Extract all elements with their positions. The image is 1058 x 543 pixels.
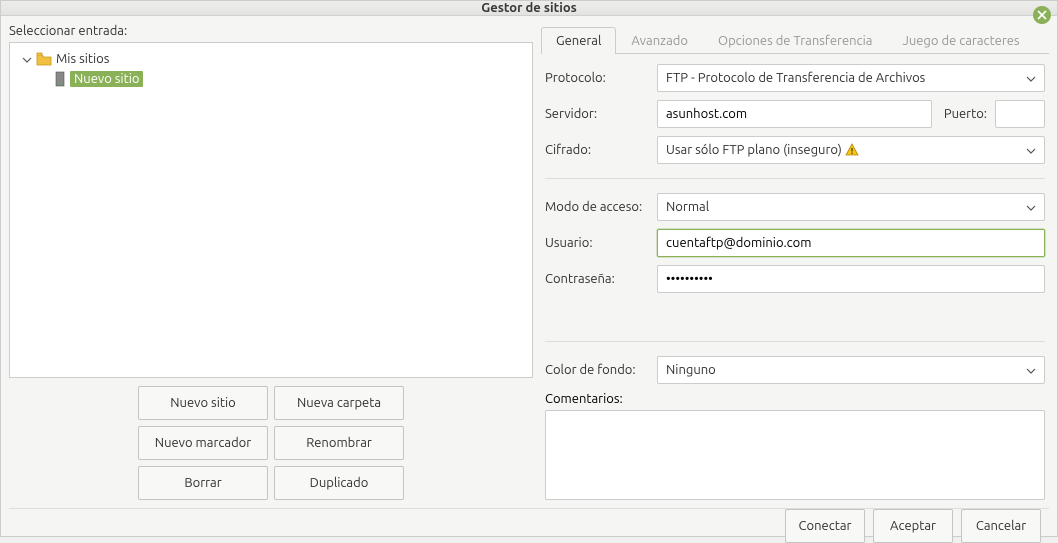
accept-button[interactable]: Aceptar bbox=[873, 509, 953, 543]
user-row: Usuario: bbox=[545, 229, 1045, 257]
server-input-wrap[interactable] bbox=[657, 100, 932, 128]
comments-label: Comentarios: bbox=[545, 392, 1045, 406]
access-value: Normal bbox=[666, 200, 709, 214]
separator bbox=[545, 178, 1045, 179]
chevron-down-icon bbox=[1026, 365, 1036, 375]
access-label: Modo de acceso: bbox=[545, 200, 649, 214]
tab-general[interactable]: General bbox=[541, 27, 616, 54]
port-input-wrap[interactable] bbox=[995, 100, 1045, 128]
encryption-label: Cifrado: bbox=[545, 143, 649, 157]
protocol-value: FTP - Protocolo de Transferencia de Arch… bbox=[666, 71, 925, 85]
comments-textarea[interactable] bbox=[545, 410, 1045, 500]
tree-site-row[interactable]: Nuevo sitio bbox=[16, 69, 526, 89]
port-input[interactable] bbox=[1004, 107, 1036, 121]
rename-button[interactable]: Renombrar bbox=[274, 426, 404, 460]
site-manager-window: Gestor de sitios Seleccionar entrada: Mi… bbox=[0, 0, 1058, 537]
tree-site-label: Nuevo sitio bbox=[70, 71, 143, 87]
window-title: Gestor de sitios bbox=[481, 1, 577, 15]
chevron-down-icon[interactable] bbox=[22, 54, 32, 64]
password-label: Contraseña: bbox=[545, 272, 649, 286]
new-bookmark-button[interactable]: Nuevo marcador bbox=[138, 426, 268, 460]
encryption-row: Cifrado: Usar sólo FTP plano (inseguro) bbox=[545, 136, 1045, 164]
tree-root-label: Mis sitios bbox=[56, 52, 109, 66]
bgcolor-value: Ninguno bbox=[666, 363, 716, 377]
chevron-down-icon bbox=[1026, 73, 1036, 83]
connect-button[interactable]: Conectar bbox=[785, 509, 865, 543]
left-pane: Seleccionar entrada: Mis sitios Nuevo si… bbox=[9, 24, 533, 500]
tab-bar: General Avanzado Opciones de Transferenc… bbox=[541, 24, 1049, 54]
encryption-value: Usar sólo FTP plano (inseguro) bbox=[666, 143, 859, 158]
server-row: Servidor: Puerto: bbox=[545, 100, 1045, 128]
access-combo[interactable]: Normal bbox=[657, 193, 1045, 221]
protocol-row: Protocolo: FTP - Protocolo de Transferen… bbox=[545, 64, 1045, 92]
server-icon bbox=[54, 71, 66, 87]
general-form: Protocolo: FTP - Protocolo de Transferen… bbox=[541, 54, 1049, 500]
right-pane: General Avanzado Opciones de Transferenc… bbox=[541, 24, 1049, 500]
site-tree[interactable]: Mis sitios Nuevo sitio bbox=[9, 42, 533, 378]
site-actions-grid: Nuevo sitio Nueva carpeta Nuevo marcador… bbox=[9, 386, 533, 500]
bgcolor-row: Color de fondo: Ninguno bbox=[545, 356, 1045, 384]
titlebar: Gestor de sitios bbox=[1, 1, 1057, 16]
port-label: Puerto: bbox=[944, 107, 987, 121]
user-input-wrap[interactable] bbox=[657, 229, 1045, 257]
warning-icon bbox=[845, 143, 859, 157]
duplicate-button[interactable]: Duplicado bbox=[274, 466, 404, 500]
protocol-combo[interactable]: FTP - Protocolo de Transferencia de Arch… bbox=[657, 64, 1045, 92]
tab-advanced[interactable]: Avanzado bbox=[616, 27, 703, 54]
select-entry-label: Seleccionar entrada: bbox=[9, 24, 533, 38]
delete-button[interactable]: Borrar bbox=[138, 466, 268, 500]
bgcolor-label: Color de fondo: bbox=[545, 363, 649, 377]
access-row: Modo de acceso: Normal bbox=[545, 193, 1045, 221]
comments-section: Comentarios: bbox=[545, 392, 1045, 500]
content-area: Seleccionar entrada: Mis sitios Nuevo si… bbox=[1, 16, 1057, 500]
footer: Conectar Aceptar Cancelar bbox=[9, 508, 1049, 543]
user-label: Usuario: bbox=[545, 236, 649, 250]
protocol-label: Protocolo: bbox=[545, 71, 649, 85]
folder-icon bbox=[36, 52, 52, 66]
separator bbox=[545, 341, 1045, 342]
cancel-button[interactable]: Cancelar bbox=[961, 509, 1041, 543]
tab-charset[interactable]: Juego de caracteres bbox=[887, 27, 1034, 54]
password-row: Contraseña: bbox=[545, 265, 1045, 293]
close-icon bbox=[1037, 10, 1047, 20]
new-site-button[interactable]: Nuevo sitio bbox=[138, 386, 268, 420]
bgcolor-combo[interactable]: Ninguno bbox=[657, 356, 1045, 384]
server-input[interactable] bbox=[666, 107, 923, 121]
chevron-down-icon bbox=[1026, 202, 1036, 212]
chevron-down-icon bbox=[1026, 145, 1036, 155]
close-button[interactable] bbox=[1033, 6, 1051, 24]
user-input[interactable] bbox=[666, 236, 1036, 250]
server-label: Servidor: bbox=[545, 107, 649, 121]
new-folder-button[interactable]: Nueva carpeta bbox=[274, 386, 404, 420]
encryption-combo[interactable]: Usar sólo FTP plano (inseguro) bbox=[657, 136, 1045, 164]
password-input[interactable] bbox=[666, 272, 1036, 286]
password-input-wrap[interactable] bbox=[657, 265, 1045, 293]
tree-root-row[interactable]: Mis sitios bbox=[16, 49, 526, 69]
tab-transfer[interactable]: Opciones de Transferencia bbox=[703, 27, 887, 54]
